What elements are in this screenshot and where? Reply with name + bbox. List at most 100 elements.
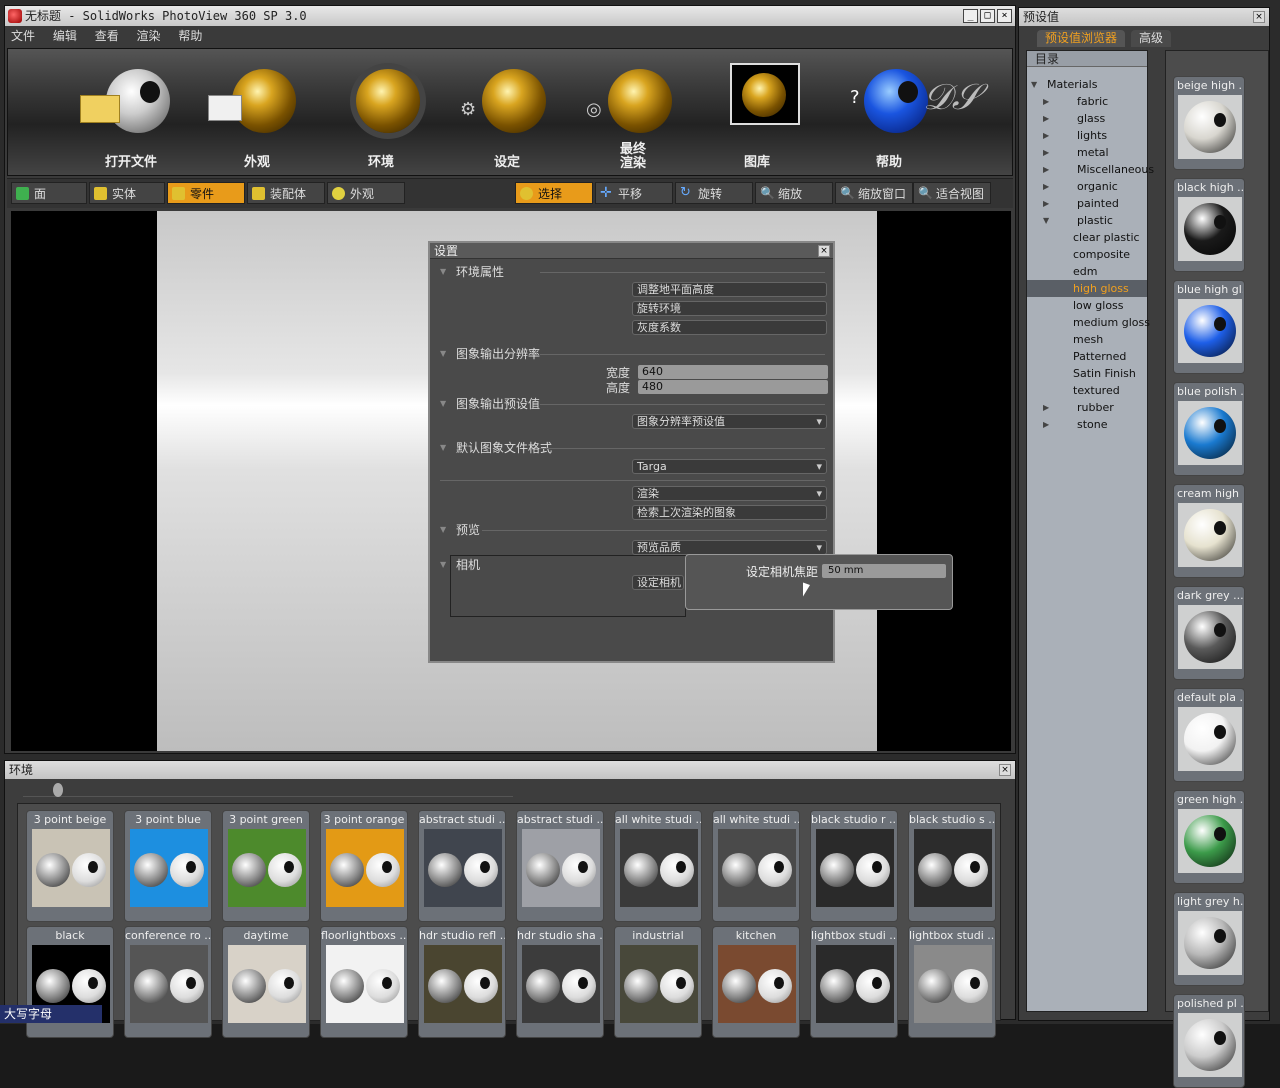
collapsed-arrow-icon[interactable]: ▶ (1043, 416, 1049, 433)
material-thumbnail[interactable]: light grey h... (1173, 892, 1245, 986)
environment-thumbnail[interactable]: abstract studi ... (418, 810, 506, 922)
tree-node-patterned[interactable]: Patterned (1027, 348, 1126, 365)
environment-thumbnail[interactable]: 3 point blue (124, 810, 212, 922)
tree-node-stone[interactable]: ▶ stone (1027, 416, 1108, 433)
presets-panel-close[interactable]: × (1253, 11, 1265, 23)
material-thumbnail[interactable]: blue polish ... (1173, 382, 1245, 476)
collapsed-arrow-icon[interactable]: ▶ (1043, 127, 1049, 144)
collapsed-arrow-icon[interactable]: ▶ (1043, 110, 1049, 127)
environment-thumbnail[interactable]: floorlightboxs ... (320, 926, 408, 1038)
tree-node-edm[interactable]: edm (1027, 263, 1097, 280)
material-thumbnail[interactable]: beige high ... (1173, 76, 1245, 170)
file-format-section[interactable]: 默认图象文件格式 (440, 439, 552, 457)
tree-node-miscellaneous[interactable]: ▶ Miscellaneous (1027, 161, 1154, 178)
environment-thumbnail[interactable]: hdr studio refl ... (418, 926, 506, 1038)
zoom-window-button[interactable]: 🔍 缩放窗口 (835, 182, 913, 204)
output-preset-section[interactable]: 图象输出预设值 (440, 395, 540, 413)
environment-thumbnail[interactable]: 3 point beige (26, 810, 114, 922)
environment-thumbnail[interactable]: lightbox studi ... (810, 926, 898, 1038)
slider-knob[interactable] (53, 783, 63, 797)
focal-length-input[interactable]: 50 mm (822, 564, 946, 578)
settings-close-button[interactable]: × (818, 245, 830, 257)
expanded-arrow-icon[interactable]: ▼ (1031, 76, 1037, 93)
environment-thumbnail[interactable]: all white studi ... (614, 810, 702, 922)
environment-thumbnail[interactable]: all white studi ... (712, 810, 800, 922)
material-thumbnail[interactable]: cream high ... (1173, 484, 1245, 578)
final-render-button[interactable]: ◎ 最终 渲染 (578, 59, 688, 174)
tree-node-mesh[interactable]: mesh (1027, 331, 1103, 348)
collapsed-arrow-icon[interactable]: ▶ (1043, 93, 1049, 110)
minimize-button[interactable]: _ (963, 9, 978, 23)
select-assembly-button[interactable]: 装配体 (247, 182, 325, 204)
menu-render[interactable]: 渲染 (137, 29, 161, 43)
render-dropdown[interactable]: 渲染 (632, 486, 827, 501)
expanded-arrow-icon[interactable]: ▼ (1043, 212, 1049, 229)
select-body-button[interactable]: 实体 (89, 182, 165, 204)
environment-thumbnail[interactable]: industrial (614, 926, 702, 1038)
height-input[interactable]: 480 (638, 380, 828, 394)
tree-node-medium-gloss[interactable]: medium gloss (1027, 314, 1150, 331)
tree-node-high-gloss[interactable]: high gloss (1027, 280, 1147, 297)
environment-thumbnail[interactable]: daytime (222, 926, 310, 1038)
environment-thumbnail[interactable]: black studio r ... (810, 810, 898, 922)
env-properties-section[interactable]: 环境属性 (440, 263, 504, 281)
tab-advanced[interactable]: 高级 (1131, 30, 1172, 47)
material-thumbnail[interactable]: dark grey ... (1173, 586, 1245, 680)
open-file-button[interactable]: 打开文件 (76, 59, 186, 174)
collapsed-arrow-icon[interactable]: ▶ (1043, 178, 1049, 195)
select-part-button[interactable]: 零件 (167, 182, 245, 204)
environment-panel-close[interactable]: × (999, 764, 1011, 776)
settings-button[interactable]: ⚙ 设定 (452, 59, 562, 174)
material-thumbnail[interactable]: default pla ... (1173, 688, 1245, 782)
material-thumbnail[interactable]: green high ... (1173, 790, 1245, 884)
collapsed-arrow-icon[interactable]: ▶ (1043, 399, 1049, 416)
material-thumbnail[interactable]: black high ... (1173, 178, 1245, 272)
select-appearance-button[interactable]: 外观 (327, 182, 405, 204)
pan-tool-button[interactable]: ✛ 平移 (595, 182, 673, 204)
rotate-tool-button[interactable]: ↻ 旋转 (675, 182, 753, 204)
tree-node-painted[interactable]: ▶ painted (1027, 195, 1119, 212)
environment-thumbnail[interactable]: 3 point green (222, 810, 310, 922)
tree-node-metal[interactable]: ▶ metal (1027, 144, 1109, 161)
environment-thumbnail[interactable]: black studio s ... (908, 810, 996, 922)
tab-preset-browser[interactable]: 预设值浏览器 (1037, 30, 1126, 47)
tree-node-clear-plastic[interactable]: clear plastic (1027, 229, 1140, 246)
preview-quality-dropdown[interactable]: 预览品质 (632, 540, 827, 555)
appearance-button[interactable]: 外观 (202, 59, 312, 174)
select-face-button[interactable]: 面 (11, 182, 87, 204)
gamma-button[interactable]: 灰度系数 (632, 320, 827, 335)
menu-edit[interactable]: 编辑 (53, 29, 77, 43)
environment-thumbnail[interactable]: hdr studio sha ... (516, 926, 604, 1038)
environment-thumbnail[interactable]: conference ro ... (124, 926, 212, 1038)
tree-node-rubber[interactable]: ▶ rubber (1027, 399, 1114, 416)
rotate-environment-button[interactable]: 旋转环境 (632, 301, 827, 316)
resolution-preset-dropdown[interactable]: 图象分辨率预设值 (632, 414, 827, 429)
output-resolution-section[interactable]: 图象输出分辨率 (440, 345, 540, 363)
adjust-floor-height-button[interactable]: 调整地平面高度 (632, 282, 827, 297)
tree-node-plastic[interactable]: ▼ plastic (1027, 212, 1113, 229)
width-input[interactable]: 640 (638, 365, 828, 379)
environment-button[interactable]: 环境 (326, 59, 436, 174)
tree-node-satin-finish[interactable]: Satin Finish (1027, 365, 1136, 382)
close-button[interactable]: × (997, 9, 1012, 23)
tree-node-glass[interactable]: ▶ glass (1027, 110, 1105, 127)
environment-thumbnail[interactable]: abstract studi ... (516, 810, 604, 922)
tree-node-organic[interactable]: ▶ organic (1027, 178, 1118, 195)
thumbnail-size-slider[interactable] (23, 783, 513, 797)
environment-thumbnail[interactable]: lightbox studi ... (908, 926, 996, 1038)
tree-node-low-gloss[interactable]: low gloss (1027, 297, 1124, 314)
tree-node-textured[interactable]: textured (1027, 382, 1120, 399)
tree-node-lights[interactable]: ▶ lights (1027, 127, 1107, 144)
collapsed-arrow-icon[interactable]: ▶ (1043, 144, 1049, 161)
retrieve-last-render-button[interactable]: 检索上次渲染的图象 (632, 505, 827, 520)
collapsed-arrow-icon[interactable]: ▶ (1043, 195, 1049, 212)
material-thumbnail[interactable]: blue high gl... (1173, 280, 1245, 374)
maximize-button[interactable]: □ (980, 9, 995, 23)
material-thumbnail[interactable]: polished pl ... (1173, 994, 1245, 1088)
tree-node-materials[interactable]: ▼ Materials (1027, 76, 1097, 93)
gallery-button[interactable]: 图库 (702, 59, 812, 174)
file-format-dropdown[interactable]: Targa (632, 459, 827, 474)
zoom-tool-button[interactable]: 🔍 缩放 (755, 182, 833, 204)
menu-help[interactable]: 帮助 (178, 29, 202, 43)
tree-node-composite[interactable]: composite (1027, 246, 1130, 263)
